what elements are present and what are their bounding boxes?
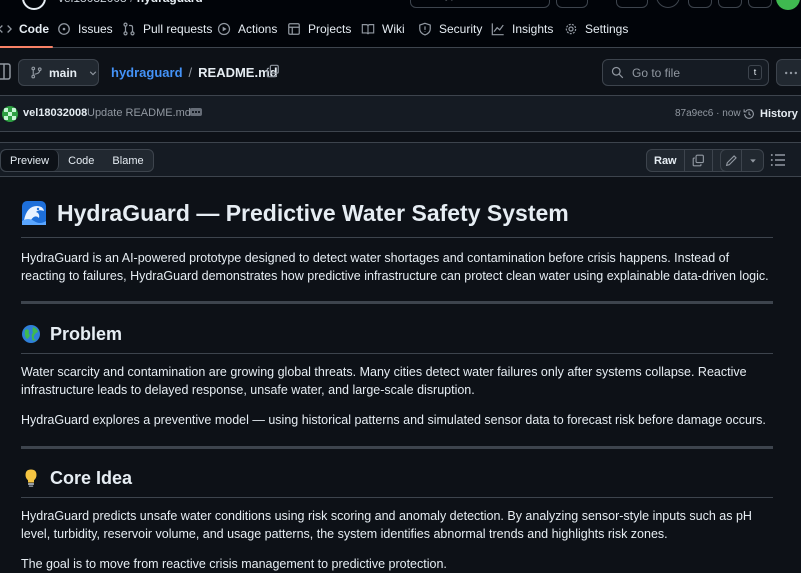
keyboard-shortcut-badge: t — [748, 65, 762, 80]
tab-label: Code — [19, 22, 49, 36]
edit-options-dropdown[interactable] — [742, 150, 763, 171]
table-icon — [287, 22, 301, 36]
code-icon — [0, 22, 12, 36]
section-divider — [21, 301, 773, 304]
repo-link[interactable]: hydraguard — [137, 0, 203, 5]
triangle-down-icon — [749, 157, 757, 165]
light-bulb-icon — [21, 468, 41, 488]
issue-icon — [57, 22, 71, 36]
problem-paragraph-1: Water scarcity and contamination are gro… — [21, 365, 747, 397]
file-header: main hydraguard / README.md Go to file t — [0, 48, 801, 96]
tab-code[interactable]: Code — [0, 10, 53, 48]
history-label: History — [760, 108, 798, 120]
core-idea-heading-text: Core Idea — [50, 468, 133, 488]
tab-label: Security — [439, 22, 483, 36]
tab-projects[interactable]: Projects — [287, 10, 351, 48]
pull-requests-icon-button[interactable] — [688, 0, 712, 8]
copy-icon — [692, 154, 705, 167]
intro-paragraph: HydraGuard is an AI-powered prototype de… — [21, 251, 769, 283]
pencil-icon — [725, 154, 738, 167]
github-logo-icon[interactable] — [22, 0, 46, 10]
commit-sha-time[interactable]: 87a9ec6 · now — [675, 108, 741, 119]
header-breadcrumb: vel18032008 / hydraguard — [58, 0, 203, 5]
issues-icon-button[interactable] — [656, 0, 680, 8]
more-options-button[interactable] — [776, 59, 801, 86]
core-idea-heading: Core Idea — [21, 468, 773, 498]
globe-icon — [21, 324, 41, 344]
edit-actions-group — [720, 149, 764, 172]
tab-wiki[interactable]: Wiki — [361, 10, 405, 48]
blame-tab[interactable]: Blame — [103, 150, 152, 171]
history-button[interactable]: History — [743, 103, 798, 125]
commit-author-avatar[interactable] — [2, 106, 18, 122]
go-to-file-input[interactable]: Go to file t — [602, 59, 769, 86]
water-wave-icon — [21, 200, 47, 226]
graph-icon — [491, 22, 505, 36]
global-header: vel18032008 / hydraguard Type / to searc… — [0, 0, 801, 10]
history-icon — [743, 108, 755, 120]
tab-actions[interactable]: Actions — [217, 10, 277, 48]
branch-selector-button[interactable]: main — [18, 59, 99, 86]
commit-author-link[interactable]: vel18032008 — [23, 107, 87, 119]
branch-name: main — [49, 65, 78, 80]
search-icon — [611, 66, 624, 79]
tab-label: Wiki — [382, 22, 405, 36]
tab-label: Insights — [512, 22, 554, 36]
raw-button[interactable]: Raw — [647, 150, 685, 171]
breadcrumb-separator: / — [188, 65, 193, 80]
gear-icon — [564, 22, 578, 36]
tab-label: Pull requests — [143, 22, 213, 36]
view-mode-segmented-control: Preview Code Blame — [0, 149, 154, 172]
go-to-file-placeholder: Go to file — [632, 65, 681, 80]
create-new-button[interactable] — [616, 0, 648, 8]
kebab-horizontal-icon — [784, 66, 798, 80]
breadcrumb-repo-link[interactable]: hydraguard — [111, 65, 183, 80]
tab-label: Actions — [238, 22, 278, 36]
tab-security[interactable]: Security — [418, 10, 482, 48]
tab-pull-requests[interactable]: Pull requests — [122, 10, 212, 48]
chevron-down-icon — [89, 69, 97, 77]
shield-icon — [418, 22, 432, 36]
play-icon — [217, 22, 231, 36]
copy-raw-button[interactable] — [685, 150, 713, 171]
file-toolbar: Preview Code Blame Raw — [0, 142, 801, 177]
core-idea-paragraph-2: The goal is to move from reactive crisis… — [21, 557, 447, 571]
core-idea-paragraph-1: HydraGuard predicts unsafe water conditi… — [21, 509, 752, 541]
book-icon — [361, 22, 375, 36]
readme-title-text: HydraGuard — Predictive Water Safety Sys… — [57, 200, 569, 226]
outline-list-icon[interactable] — [770, 153, 786, 167]
problem-paragraph-2: HydraGuard explores a preventive model —… — [21, 413, 766, 427]
notifications-button[interactable] — [718, 0, 742, 8]
owner-link[interactable]: vel18032008 — [58, 0, 127, 5]
user-avatar[interactable] — [776, 0, 800, 10]
tab-label: Settings — [585, 22, 629, 36]
copilot-button[interactable] — [556, 0, 588, 8]
inbox-button[interactable] — [748, 0, 772, 8]
commit-message-link[interactable]: Update README.md — [87, 107, 191, 119]
file-breadcrumb: hydraguard / README.md — [111, 65, 278, 80]
copy-path-icon[interactable] — [266, 64, 280, 78]
section-divider — [21, 446, 773, 449]
problem-heading: Problem — [21, 324, 773, 354]
tab-label: Issues — [78, 22, 113, 36]
latest-commit-bar: vel18032008 Update README.md 87a9ec6 · n… — [0, 96, 801, 132]
edit-file-button[interactable] — [721, 150, 742, 171]
tab-label: Projects — [308, 22, 352, 36]
tab-insights[interactable]: Insights — [491, 10, 553, 48]
global-search-input[interactable]: Type / to search — [410, 0, 550, 8]
code-view-tab[interactable]: Code — [59, 150, 103, 171]
sidebar-toggle-icon[interactable] — [0, 62, 12, 82]
pull-request-icon — [122, 22, 136, 36]
preview-tab[interactable]: Preview — [1, 150, 60, 171]
tab-settings[interactable]: Settings — [564, 10, 628, 48]
problem-heading-text: Problem — [50, 324, 123, 344]
git-branch-icon — [30, 66, 43, 79]
repo-nav: Code Issues Pull requests Actions Projec… — [0, 10, 801, 48]
commit-details-toggle-icon[interactable] — [190, 108, 202, 116]
readme-title: HydraGuard — Predictive Water Safety Sys… — [21, 200, 773, 238]
tab-issues[interactable]: Issues — [57, 10, 113, 48]
